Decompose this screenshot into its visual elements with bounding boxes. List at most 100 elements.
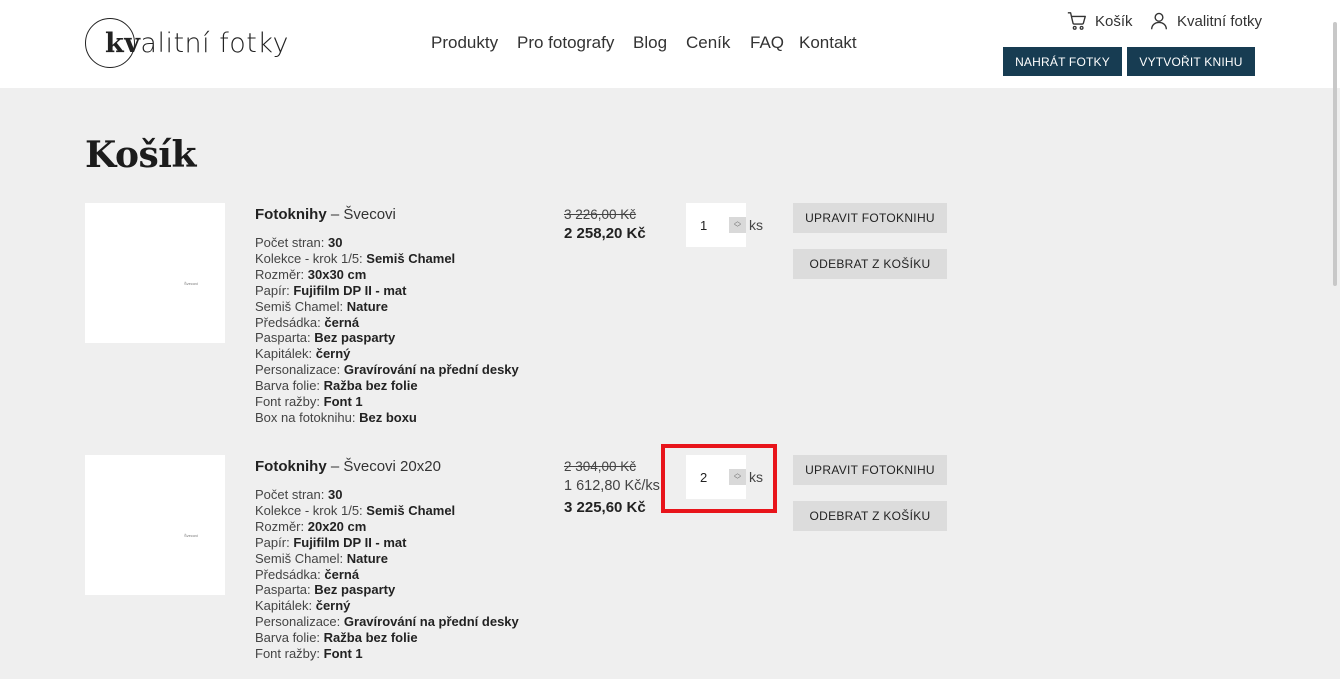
spec-row: Pasparta: Bez pasparty xyxy=(255,330,555,346)
spec-value: Ražba bez folie xyxy=(323,378,418,394)
spec-label: Počet stran: xyxy=(255,487,325,502)
cart-icon xyxy=(1067,12,1086,30)
spec-value: Bez boxu xyxy=(359,409,417,425)
product-thumbnail[interactable]: Švecovi xyxy=(85,203,225,343)
spec-value: černá xyxy=(324,314,360,330)
product-name: Fotoknihy – Švecovi xyxy=(255,206,555,223)
chevron-up-icon[interactable]: ︿ xyxy=(734,218,741,225)
spec-label: Kapitálek: xyxy=(255,598,313,614)
spec-value: Nature xyxy=(346,298,388,314)
quantity-stepper[interactable]: ︿ ﹀ xyxy=(729,469,746,485)
spec-value: černý xyxy=(315,598,351,614)
spec-row: Box na fotoknihu: Bez boxu xyxy=(255,410,555,426)
spec-row: Předsádka: černá xyxy=(255,315,555,331)
remove-from-cart-button[interactable]: ODEBRAT Z KOŠÍKU xyxy=(793,249,947,279)
price-block: 2 304,00 Kč 1 612,80 Kč/ks 3 225,60 Kč xyxy=(564,458,674,519)
price-block: 3 226,00 Kč 2 258,20 Kč xyxy=(564,206,674,245)
spec-label: Box na fotoknihu: xyxy=(255,409,356,425)
spec-value: Gravírování na přední desky xyxy=(343,362,519,378)
spec-row: Počet stran: 30 xyxy=(255,235,555,251)
scrollbar-thumb[interactable] xyxy=(1333,22,1337,286)
product-name: Fotoknihy – Švecovi 20x20 xyxy=(255,458,555,475)
spec-label: Font ražby: xyxy=(255,394,321,410)
name-separator: – xyxy=(330,458,340,475)
product-category[interactable]: Fotoknihy xyxy=(255,458,327,475)
edit-photobook-button[interactable]: UPRAVIT FOTOKNIHU xyxy=(793,203,947,233)
spec-value: 30x30 cm xyxy=(307,266,367,282)
create-book-button[interactable]: VYTVOŘIT KNIHU xyxy=(1127,47,1255,76)
price-original: 3 226,00 Kč xyxy=(564,207,637,222)
nav-blog[interactable]: Blog xyxy=(633,33,667,53)
price-total: 2 258,20 Kč xyxy=(564,225,646,242)
spec-label: Rozměr: xyxy=(255,266,305,282)
spec-value: 20x20 cm xyxy=(307,518,367,534)
remove-from-cart-button[interactable]: ODEBRAT Z KOŠÍKU xyxy=(793,501,947,531)
spec-value: Nature xyxy=(346,550,388,566)
spec-value: Font 1 xyxy=(323,394,363,410)
product-info: Fotoknihy – Švecovi Počet stran: 30 Kole… xyxy=(255,206,555,426)
quantity-input[interactable]: 2 ︿ ﹀ xyxy=(686,455,746,499)
spec-label: Papír: xyxy=(255,282,290,298)
quantity-value: 1 xyxy=(700,217,708,233)
spec-label: Papír: xyxy=(255,534,290,550)
spec-value: Ražba bez folie xyxy=(323,630,418,646)
price-total: 3 225,60 Kč xyxy=(564,499,646,516)
cart-item: Švecovi Fotoknihy – Švecovi Počet stran:… xyxy=(85,203,985,433)
quantity-value: 2 xyxy=(700,469,708,485)
spec-row: Předsádka: černá xyxy=(255,567,555,583)
spec-row: Papír: Fujifilm DP II - mat xyxy=(255,283,555,299)
product-specs: Počet stran: 30 Kolekce - krok 1/5: Semi… xyxy=(255,235,555,426)
spec-label: Předsádka: xyxy=(255,314,321,330)
spec-label: Pasparta: xyxy=(255,330,311,346)
spec-row: Semiš Chamel: Nature xyxy=(255,551,555,567)
quantity-unit: ks xyxy=(749,469,763,485)
product-thumbnail[interactable]: Švecovi xyxy=(85,455,225,595)
nav-cenik[interactable]: Ceník xyxy=(686,33,730,53)
spec-label: Kapitálek: xyxy=(255,346,313,362)
upload-photos-button[interactable]: NAHRÁT FOTKY xyxy=(1003,47,1122,76)
edit-photobook-button[interactable]: UPRAVIT FOTOKNIHU xyxy=(793,455,947,485)
account-label: Kvalitní fotky xyxy=(1177,12,1263,30)
spec-row: Kapitálek: černý xyxy=(255,346,555,362)
spec-row: Font ražby: Font 1 xyxy=(255,646,555,662)
spec-label: Personalizace: xyxy=(255,362,341,378)
cart-item: Švecovi Fotoknihy – Švecovi 20x20 Počet … xyxy=(85,455,985,679)
spec-row: Rozměr: 30x30 cm xyxy=(255,267,555,283)
site-header: kvalitní fotky Produkty Pro fotografy Bl… xyxy=(0,0,1340,88)
spec-label: Barva folie: xyxy=(255,378,321,394)
spec-row: Rozměr: 20x20 cm xyxy=(255,519,555,535)
account-link[interactable]: Kvalitní fotky xyxy=(1148,10,1262,32)
spec-label: Semiš Chamel: xyxy=(255,298,344,314)
spec-value: Semiš Chamel xyxy=(366,250,456,266)
spec-label: Barva folie: xyxy=(255,630,321,646)
page-title: Košík xyxy=(85,134,196,176)
spec-row: Barva folie: Ražba bez folie xyxy=(255,630,555,646)
chevron-down-icon[interactable]: ﹀ xyxy=(734,225,741,232)
spec-value: Gravírování na přední desky xyxy=(343,614,519,630)
quantity-unit: ks xyxy=(749,217,763,233)
chevron-down-icon[interactable]: ﹀ xyxy=(734,477,741,484)
spec-label: Personalizace: xyxy=(255,614,341,630)
spec-value: Semiš Chamel xyxy=(366,502,456,518)
chevron-up-icon[interactable]: ︿ xyxy=(734,470,741,477)
spec-value: černý xyxy=(315,346,351,362)
product-category[interactable]: Fotoknihy xyxy=(255,206,327,223)
quantity-input[interactable]: 1 ︿ ﹀ xyxy=(686,203,746,247)
thumbnail-label: Švecovi xyxy=(184,281,199,286)
spec-value: 30 xyxy=(328,487,343,502)
cart-link[interactable]: Košík xyxy=(1066,10,1133,32)
spec-row: Barva folie: Ražba bez folie xyxy=(255,378,555,394)
spec-row: Semiš Chamel: Nature xyxy=(255,299,555,315)
nav-faq[interactable]: FAQ xyxy=(750,33,784,53)
product-info: Fotoknihy – Švecovi 20x20 Počet stran: 3… xyxy=(255,458,555,662)
spec-label: Semiš Chamel: xyxy=(255,550,344,566)
nav-produkty[interactable]: Produkty xyxy=(431,33,498,53)
nav-kontakt[interactable]: Kontakt xyxy=(799,33,857,53)
nav-pro-fotografy[interactable]: Pro fotografy xyxy=(517,33,614,53)
spec-value: Bez pasparty xyxy=(314,582,396,598)
spec-label: Kolekce - krok 1/5: xyxy=(255,502,363,518)
quantity-stepper[interactable]: ︿ ﹀ xyxy=(729,217,746,233)
spec-row: Kapitálek: černý xyxy=(255,598,555,614)
spec-value: 30 xyxy=(328,235,343,250)
spec-row: Pasparta: Bez pasparty xyxy=(255,582,555,598)
